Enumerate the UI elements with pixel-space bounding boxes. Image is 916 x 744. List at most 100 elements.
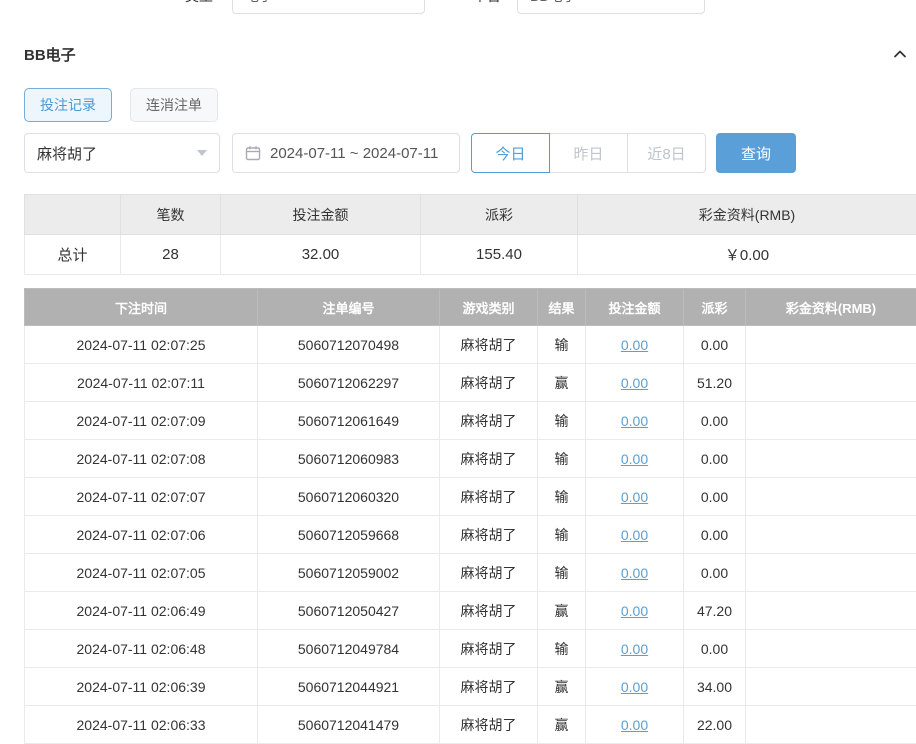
cell-payout: 0.00 (684, 440, 746, 478)
bet-amount-link[interactable]: 0.00 (621, 375, 648, 391)
records-tbody: 2024-07-11 02:07:255060712070498麻将胡了输0.0… (25, 326, 916, 744)
cell-bonus (746, 668, 916, 706)
cell-bet-amount: 0.00 (586, 554, 684, 592)
cell-payout: 51.20 (684, 364, 746, 402)
cell-bet-amount: 0.00 (586, 516, 684, 554)
game-select[interactable]: 麻将胡了 (24, 133, 220, 173)
bet-amount-link[interactable]: 0.00 (621, 641, 648, 657)
cell-bet-amount: 0.00 (586, 706, 684, 744)
cell-bonus (746, 516, 916, 554)
cell-bet-amount: 0.00 (586, 326, 684, 364)
cell-bet-amount: 0.00 (586, 440, 684, 478)
cell-game-type: 麻将胡了 (440, 592, 538, 630)
quick-yesterday-button[interactable]: 昨日 (549, 133, 628, 173)
cell-game-type: 麻将胡了 (440, 668, 538, 706)
summary-header-bonus: 彩金资料(RMB) (578, 195, 916, 235)
type-select[interactable]: 电子 (232, 0, 425, 14)
cell-bet-time: 2024-07-11 02:07:11 (25, 364, 258, 402)
cell-result: 输 (538, 478, 586, 516)
collapse-chevron-up-icon[interactable] (892, 46, 908, 62)
cell-game-type: 麻将胡了 (440, 478, 538, 516)
cell-result: 赢 (538, 592, 586, 630)
cell-result: 赢 (538, 364, 586, 402)
cell-result: 输 (538, 326, 586, 364)
bet-amount-link[interactable]: 0.00 (621, 527, 648, 543)
cell-payout: 0.00 (684, 478, 746, 516)
cell-bet-time: 2024-07-11 02:07:07 (25, 478, 258, 516)
records-header-row: 下注时间 注单编号 游戏类别 结果 投注金额 派彩 彩金资料(RMB) (25, 289, 916, 326)
cell-result: 输 (538, 516, 586, 554)
cell-result: 输 (538, 554, 586, 592)
cell-game-type: 麻将胡了 (440, 440, 538, 478)
date-range-picker[interactable]: 2024-07-11 ~ 2024-07-11 (232, 133, 460, 173)
bet-amount-link[interactable]: 0.00 (621, 413, 648, 429)
cell-payout: 34.00 (684, 668, 746, 706)
bet-amount-link[interactable]: 0.00 (621, 451, 648, 467)
page: 类型 电子 平台 BB电子 BB电子 投注记录 连消注单 麻将胡了 (0, 0, 916, 744)
cell-bet-amount: 0.00 (586, 630, 684, 668)
bet-amount-link[interactable]: 0.00 (621, 337, 648, 353)
cell-bet-time: 2024-07-11 02:07:25 (25, 326, 258, 364)
table-row: 2024-07-11 02:07:095060712061649麻将胡了输0.0… (25, 402, 916, 440)
summary-table: 笔数 投注金额 派彩 彩金资料(RMB) 总计 28 32.00 155.40 … (24, 194, 916, 275)
cell-order-id: 5060712050427 (258, 592, 440, 630)
game-select-value: 麻将胡了 (37, 143, 97, 164)
record-tabs: 投注记录 连消注单 (24, 88, 916, 122)
tab-bet-records[interactable]: 投注记录 (24, 88, 112, 122)
platform-select-value: BB电子 (530, 0, 577, 6)
quick-last8days-button[interactable]: 近8日 (627, 133, 706, 173)
section-title: BB电子 (24, 44, 76, 65)
cell-order-id: 5060712049784 (258, 630, 440, 668)
cell-game-type: 麻将胡了 (440, 630, 538, 668)
cell-order-id: 5060712044921 (258, 668, 440, 706)
table-row: 2024-07-11 02:06:485060712049784麻将胡了输 0.0… (25, 630, 916, 668)
cell-bet-amount: 0.00 (586, 364, 684, 402)
summary-total-count: 28 (121, 235, 221, 275)
header-bet-amount: 投注金额 (586, 289, 684, 326)
cell-result: 输 (538, 630, 586, 668)
cell-bonus (746, 706, 916, 744)
cell-result: 赢 (538, 668, 586, 706)
cell-payout: 0.00 (684, 326, 746, 364)
summary-total-bet-amount: 32.00 (221, 235, 421, 275)
cell-bonus (746, 326, 916, 364)
cell-payout: 22.00 (684, 706, 746, 744)
header-bet-time: 下注时间 (25, 289, 258, 326)
cell-bonus (746, 440, 916, 478)
cell-bet-time: 2024-07-11 02:06:33 (25, 706, 258, 744)
cell-order-id: 5060712062297 (258, 364, 440, 402)
cell-bet-amount: 0.00 (586, 478, 684, 516)
header-order-id: 注单编号 (258, 289, 440, 326)
table-row: 2024-07-11 02:06:395060712044921麻将胡了赢 0.0… (25, 668, 916, 706)
date-range-value: 2024-07-11 ~ 2024-07-11 (270, 145, 438, 162)
cell-bet-time: 2024-07-11 02:07:08 (25, 440, 258, 478)
calendar-icon (245, 145, 261, 161)
cell-result: 输 (538, 402, 586, 440)
quick-today-button[interactable]: 今日 (471, 133, 550, 173)
platform-label: 平台 (473, 0, 501, 6)
summary-total-label: 总计 (25, 235, 121, 275)
tab-cancelled-orders[interactable]: 连消注单 (130, 88, 218, 122)
header-result: 结果 (538, 289, 586, 326)
cell-bonus (746, 630, 916, 668)
bet-amount-link[interactable]: 0.00 (621, 679, 648, 695)
cell-bonus (746, 364, 916, 402)
bet-amount-link[interactable]: 0.00 (621, 565, 648, 581)
header-game-type: 游戏类别 (440, 289, 538, 326)
search-button[interactable]: 查询 (716, 133, 796, 173)
cell-payout: 0.00 (684, 554, 746, 592)
cell-game-type: 麻将胡了 (440, 326, 538, 364)
cell-order-id: 5060712060320 (258, 478, 440, 516)
table-row: 2024-07-11 02:07:055060712059002麻将胡了输0.0… (25, 554, 916, 592)
cell-bet-time: 2024-07-11 02:06:48 (25, 630, 258, 668)
bet-amount-link[interactable]: 0.00 (621, 489, 648, 505)
cell-result: 输 (538, 440, 586, 478)
type-label: 类型 (185, 0, 213, 6)
bet-amount-link[interactable]: 0.00 (621, 603, 648, 619)
cell-bet-amount: 0.00 (586, 592, 684, 630)
bet-amount-link[interactable]: 0.00 (621, 717, 648, 733)
cell-bet-amount: 0.00 (586, 402, 684, 440)
cell-bet-time: 2024-07-11 02:06:39 (25, 668, 258, 706)
platform-select[interactable]: BB电子 (517, 0, 705, 14)
summary-header-bet-amount: 投注金额 (221, 195, 421, 235)
